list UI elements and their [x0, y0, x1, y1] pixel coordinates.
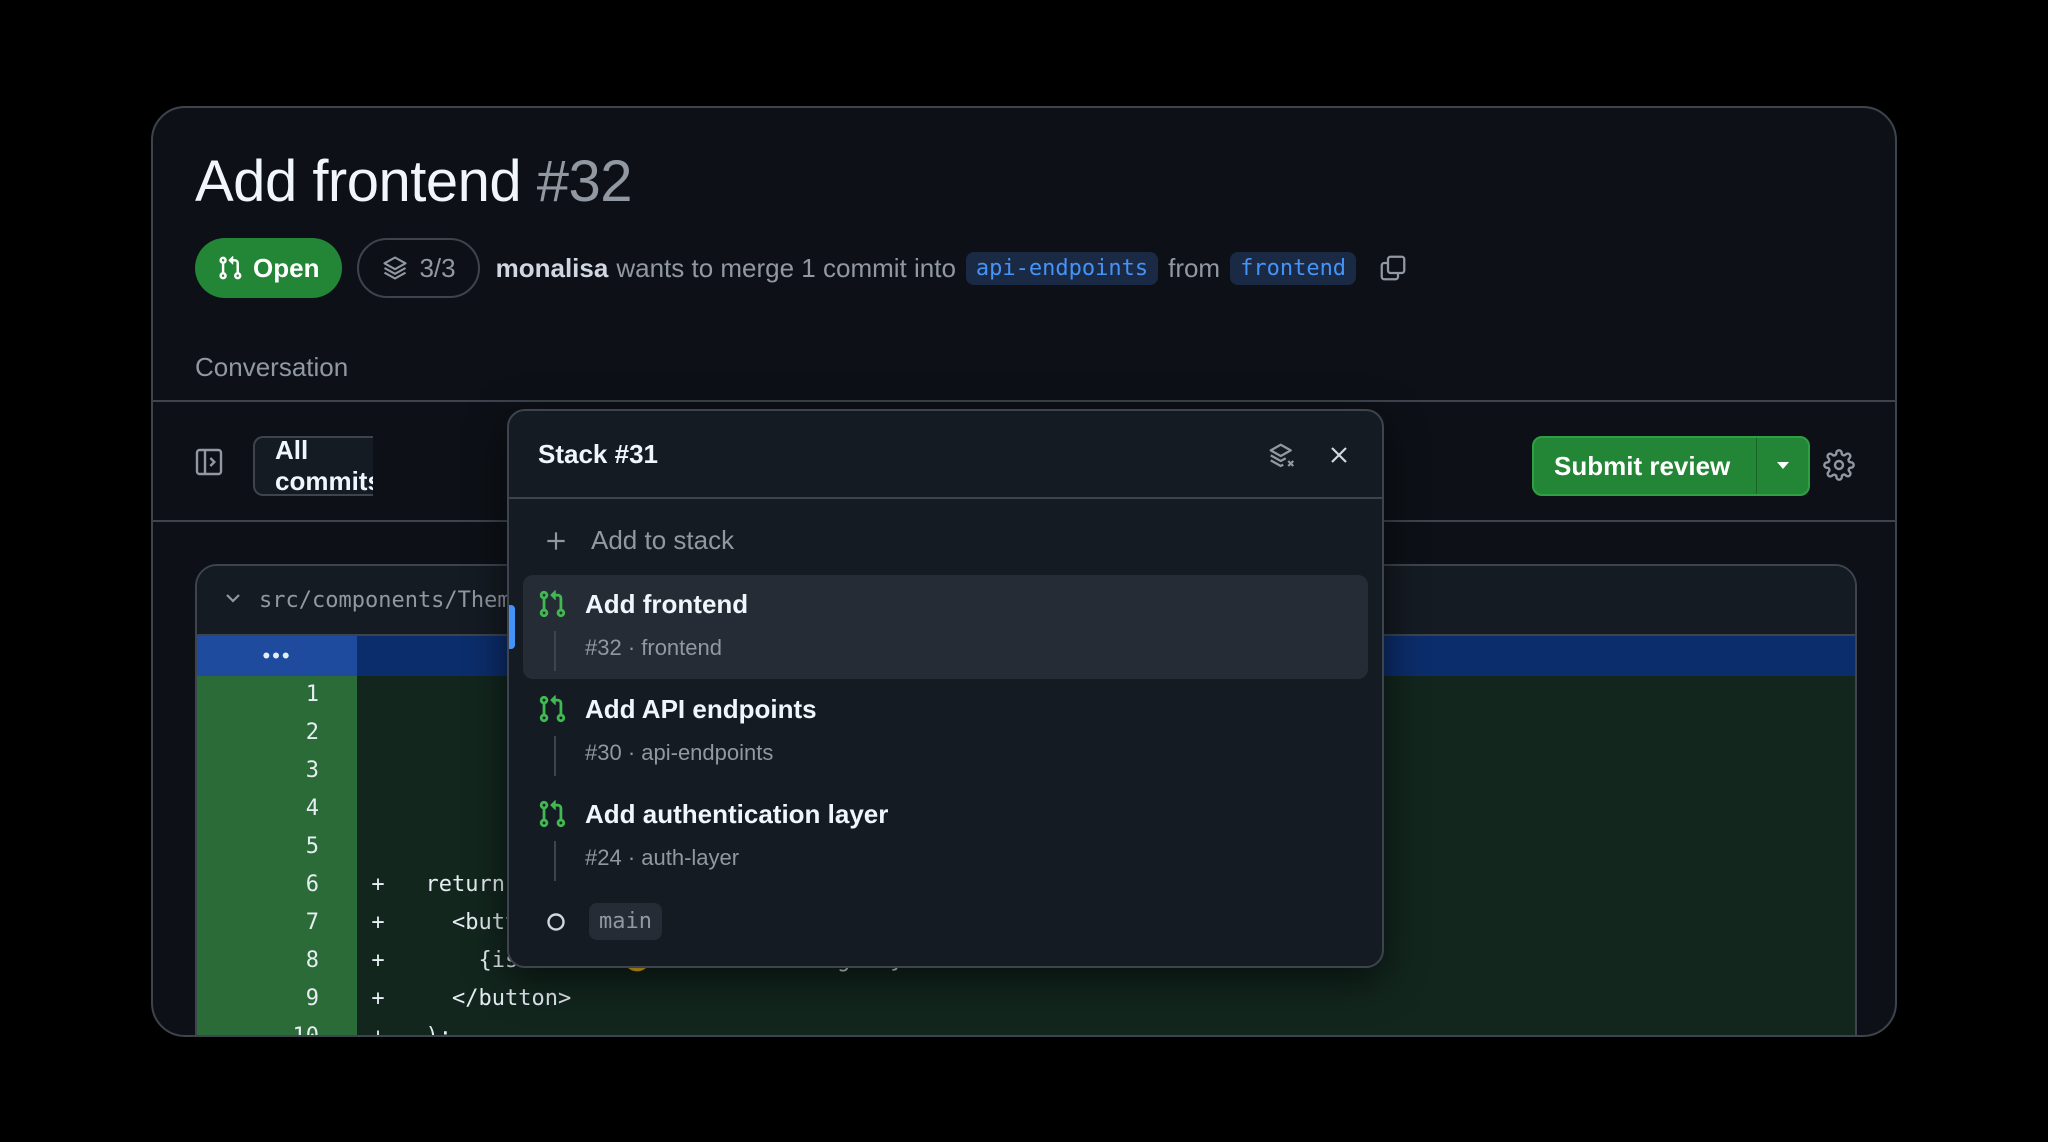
line-number[interactable]: 9	[197, 980, 357, 1018]
git-pull-request-icon	[537, 694, 567, 729]
git-pull-request-icon	[537, 589, 567, 624]
pr-title: Add frontend	[195, 149, 522, 214]
diff-sign	[357, 790, 399, 828]
code-text: </button>	[399, 986, 572, 1011]
stack-item[interactable]: Add API endpoints #30 · api-endpoints	[523, 680, 1368, 784]
pr-number: #32	[536, 149, 633, 214]
git-pull-request-icon	[219, 255, 242, 280]
stack-item-title: Add authentication layer	[585, 799, 889, 829]
diff-sign: +	[371, 910, 385, 935]
submit-review-group: Submit review	[1532, 436, 1811, 496]
line-number[interactable]: 6	[197, 866, 357, 904]
state-badge: Open	[195, 238, 343, 298]
line-number[interactable]: 2	[197, 714, 357, 752]
commits-filter-dropdown[interactable]: All commits	[253, 436, 373, 496]
chevron-down-icon[interactable]	[221, 586, 245, 615]
head-branch[interactable]: frontend	[1230, 251, 1357, 285]
line-number[interactable]: 1	[197, 676, 357, 714]
stack-item-meta: #24 · auth-layer	[585, 845, 740, 870]
stack-item-meta: #30 · api-endpoints	[585, 740, 774, 765]
base-branch-chip[interactable]: main	[589, 903, 662, 940]
pr-meta: Open 3/3 monalisa wants to merge 1 commi…	[195, 238, 1408, 298]
diff-line[interactable]: 9 + </button>	[197, 980, 1855, 1018]
diff-sign	[357, 828, 399, 866]
author-link[interactable]: monalisa	[496, 253, 609, 284]
diff-sign: +	[371, 1024, 385, 1037]
close-icon[interactable]	[1327, 443, 1351, 472]
diff-sign: +	[371, 948, 385, 973]
stack-button[interactable]: 3/3	[357, 238, 480, 298]
diff-line[interactable]: 10 + );	[197, 1018, 1855, 1037]
sidebar-toggle-icon[interactable]	[193, 446, 225, 483]
gear-icon[interactable]	[1823, 449, 1855, 486]
diff-sign	[357, 714, 399, 752]
diff-sign	[357, 752, 399, 790]
stack-rail	[554, 736, 556, 776]
copy-icon[interactable]	[1378, 253, 1408, 283]
line-number[interactable]: 10	[197, 1018, 357, 1035]
line-number[interactable]: 4	[197, 790, 357, 828]
diff-sign: +	[371, 872, 385, 897]
page-title: Add frontend #32	[195, 148, 633, 215]
merge-description: monalisa wants to merge 1 commit into ap…	[496, 251, 1408, 285]
stack-rail	[554, 631, 556, 671]
stack-item-title: Add API endpoints	[585, 694, 817, 724]
git-pull-request-icon	[537, 799, 567, 834]
stack-title: Stack #31	[538, 439, 658, 469]
line-number[interactable]: 5	[197, 828, 357, 866]
from-text: from	[1168, 252, 1221, 283]
stack-item-title: Add frontend	[585, 589, 749, 619]
base-branch[interactable]: api-endpoints	[965, 251, 1159, 285]
stack-base: main	[545, 903, 662, 940]
diff-sign: +	[371, 986, 385, 1011]
code-text: );	[399, 1024, 452, 1037]
line-number[interactable]: 3	[197, 752, 357, 790]
submit-review-dropdown[interactable]	[1756, 438, 1808, 494]
active-indicator	[509, 605, 515, 649]
add-to-stack-button[interactable]: Add to stack	[543, 525, 734, 556]
stack-position: 3/3	[419, 252, 456, 283]
stack-item[interactable]: Add authentication layer #24 · auth-laye…	[523, 785, 1368, 889]
stack-popover: Stack #31 Add to stack Add frontend #32 …	[507, 409, 1384, 968]
stack-item[interactable]: Add frontend #32 · frontend	[523, 575, 1368, 679]
stack-icon	[383, 256, 408, 280]
popover-header: Stack #31	[509, 411, 1382, 499]
circle-icon	[547, 912, 565, 931]
caret-down-icon	[1776, 462, 1789, 469]
stack-rail	[554, 841, 556, 881]
add-to-stack-label: Add to stack	[591, 525, 735, 555]
unstack-icon[interactable]	[1267, 441, 1297, 476]
tab-conversation[interactable]: Conversation	[195, 352, 348, 383]
diff-sign	[357, 676, 399, 714]
line-number[interactable]: 8	[197, 942, 357, 980]
state-label: Open	[253, 252, 320, 283]
plus-icon	[547, 531, 565, 550]
merge-text: wants to merge 1 commit into	[616, 252, 956, 283]
submit-review-button[interactable]: Submit review	[1534, 438, 1756, 494]
stack-item-meta: #32 · frontend	[585, 635, 722, 660]
pull-request-card: Add frontend #32 Open 3/3 monalisa wants…	[151, 106, 1897, 1037]
expand-icon[interactable]: •••	[197, 636, 357, 676]
line-number[interactable]: 7	[197, 904, 357, 942]
